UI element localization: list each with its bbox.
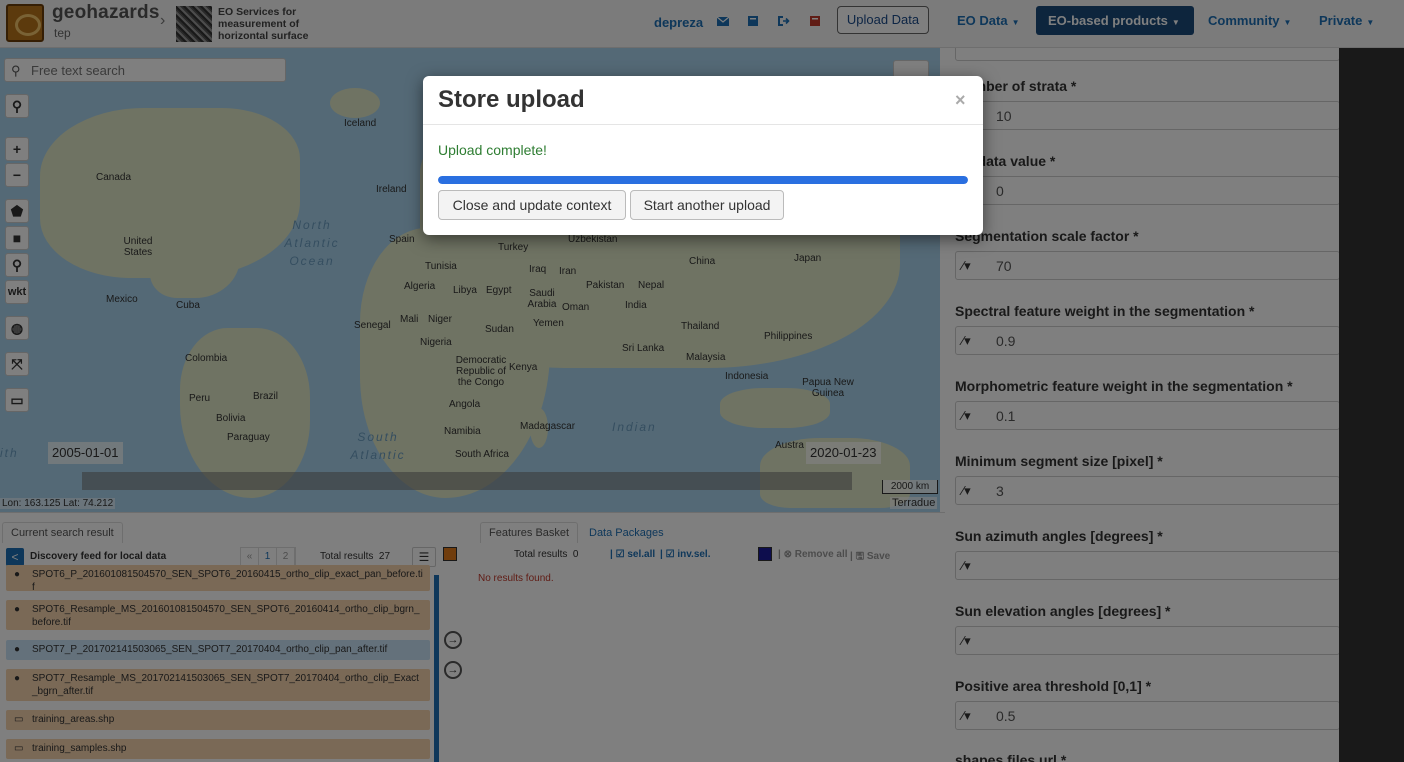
app-root: geohazards tep › EO Services for measure…	[0, 0, 1404, 762]
upload-status-message: Upload complete!	[438, 142, 547, 158]
close-and-update-context-button[interactable]: Close and update context	[438, 190, 626, 220]
upload-progress-bar	[438, 176, 968, 184]
dialog-title: Store upload	[438, 86, 585, 113]
start-another-upload-button[interactable]: Start another upload	[630, 190, 784, 220]
store-upload-dialog: Store upload × Upload complete! Close an…	[423, 76, 983, 235]
upload-progress-fill	[438, 176, 968, 184]
close-icon[interactable]: ×	[955, 90, 966, 111]
dialog-divider	[423, 124, 983, 125]
